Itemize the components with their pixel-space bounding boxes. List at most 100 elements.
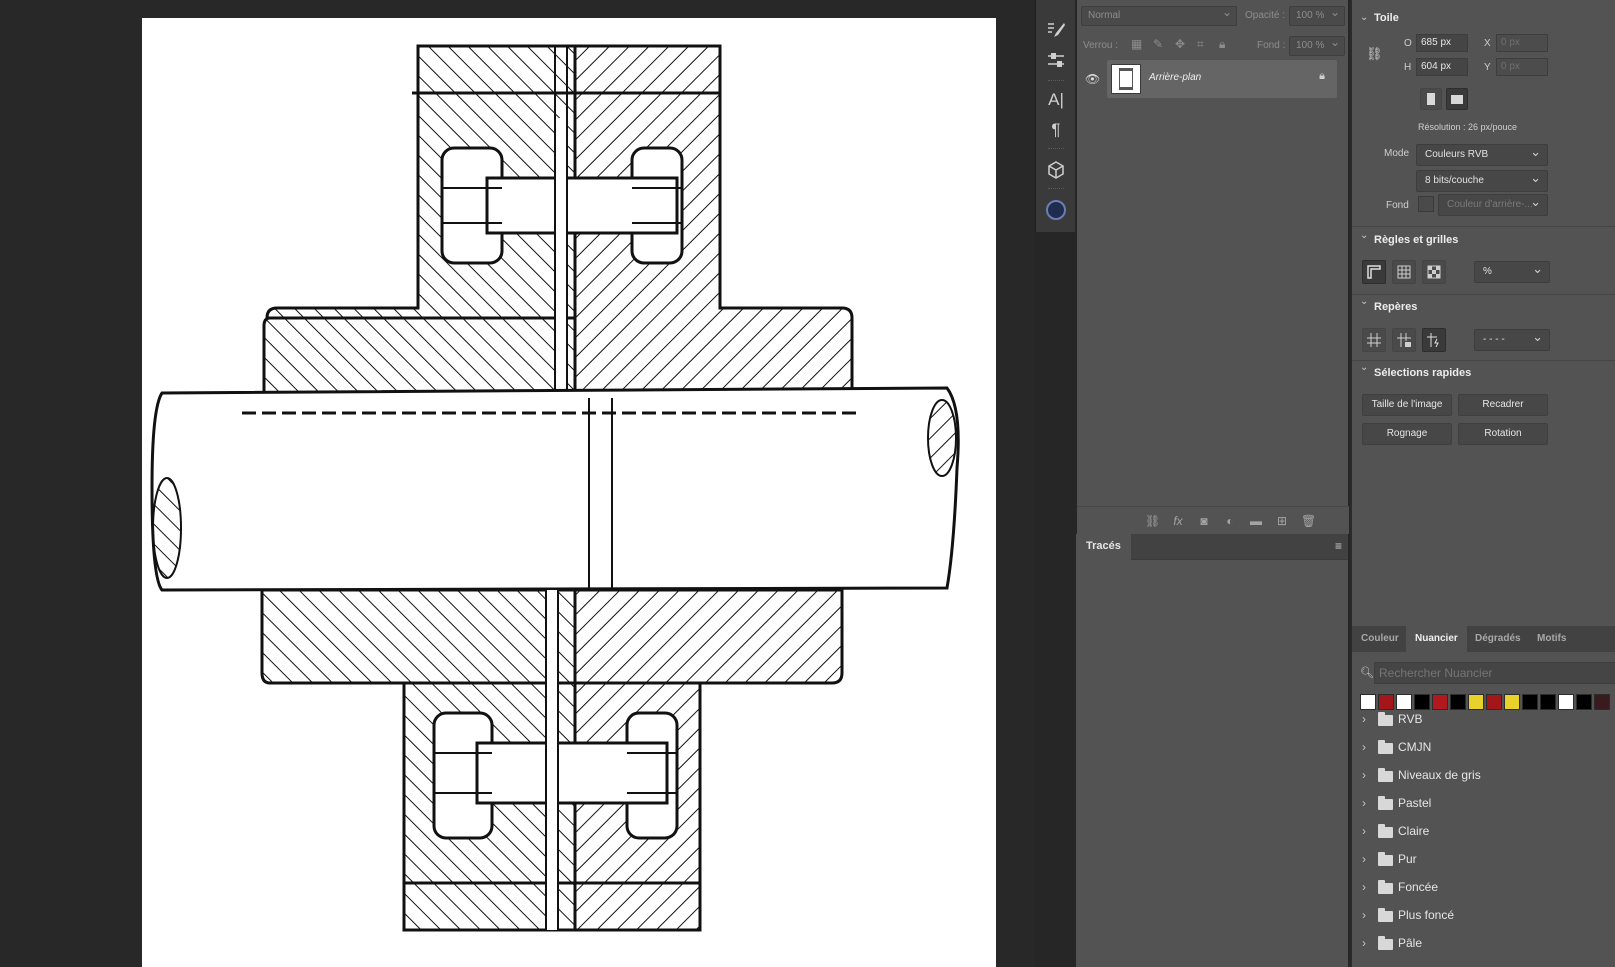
properties-panel: ⌄ Toile ⛓︎ O 685 px X 0 px H 604 px Y 0 …: [1350, 0, 1615, 626]
rotate-button[interactable]: Rotation: [1458, 423, 1548, 445]
brush-presets-icon[interactable]: [1042, 16, 1070, 44]
paths-panel-body: [1076, 560, 1348, 967]
add-mask-icon[interactable]: ◙: [1197, 514, 1211, 528]
swatch-folder[interactable]: › RVB: [1352, 706, 1615, 734]
swatch-folder[interactable]: › Foncée: [1352, 874, 1615, 902]
folder-label: Niveaux de gris: [1398, 768, 1481, 782]
chevron-right-icon: ›: [1362, 740, 1366, 754]
plugin-icon[interactable]: [1042, 196, 1070, 224]
layers-panel: Normal Opacité : 100 % Verrou : ▦ ✎ ✥ ⌗ …: [1076, 0, 1349, 534]
tab-color[interactable]: Couleur: [1352, 626, 1408, 652]
pixel-grid-icon[interactable]: [1422, 260, 1446, 284]
search-icon: 🔍︎: [1360, 667, 1374, 679]
fx-icon[interactable]: fx: [1171, 514, 1185, 528]
swatch-folder[interactable]: › Pastel: [1352, 790, 1615, 818]
coupling-drawing: [150, 44, 960, 932]
x-field[interactable]: 0 px: [1496, 34, 1548, 52]
panel-menu-icon[interactable]: ≡: [1335, 539, 1342, 553]
adjustment-layer-icon[interactable]: ◐: [1223, 514, 1237, 528]
resolution-text: Résolution : 26 px/pouce: [1418, 122, 1518, 132]
mode-label: Mode: [1384, 148, 1410, 159]
opacity-value: 100 %: [1296, 10, 1325, 21]
lock-position-icon[interactable]: ✥: [1175, 37, 1185, 51]
section-title-guides: Repères: [1374, 301, 1418, 313]
swatch-folder[interactable]: › Pâle: [1352, 930, 1615, 958]
chevron-down-icon[interactable]: ⌄: [1360, 362, 1368, 373]
background-color-swatch[interactable]: [1418, 196, 1434, 212]
fill-field[interactable]: 100 %: [1289, 35, 1345, 56]
delete-layer-icon[interactable]: 🗑︎: [1301, 514, 1316, 528]
width-field[interactable]: 685 px: [1416, 34, 1468, 52]
swatch-folder[interactable]: › Niveaux de gris: [1352, 762, 1615, 790]
link-dimensions-icon[interactable]: ⛓︎: [1366, 46, 1383, 62]
lock-artboard-icon[interactable]: ⌗: [1197, 37, 1204, 52]
chevron-right-icon: ›: [1362, 824, 1366, 838]
y-value: 0 px: [1501, 61, 1520, 72]
mode-select[interactable]: Couleurs RVB: [1416, 144, 1548, 166]
folder-icon: [1378, 936, 1393, 950]
paragraph-icon[interactable]: ¶: [1042, 116, 1070, 144]
lock-transparency-icon[interactable]: ▦: [1131, 37, 1142, 51]
swatch-folder[interactable]: › Pur: [1352, 846, 1615, 874]
character-icon[interactable]: A|: [1042, 86, 1070, 114]
y-field[interactable]: 0 px: [1496, 58, 1548, 76]
lock-label: Verrou :: [1083, 40, 1119, 51]
folder-icon: [1378, 712, 1393, 726]
folder-icon: [1378, 908, 1393, 922]
bit-depth-select[interactable]: 8 bits/couche: [1416, 170, 1548, 192]
lock-all-icon[interactable]: 🔒︎: [1219, 37, 1225, 52]
guide-style-select[interactable]: - - - -: [1474, 329, 1550, 351]
document-canvas[interactable]: [142, 18, 996, 967]
chevron-down-icon[interactable]: ⌄: [1360, 12, 1368, 23]
adjustments-icon[interactable]: [1042, 46, 1070, 74]
width-value: 685 px: [1421, 37, 1452, 48]
panel-divider: [1048, 188, 1064, 190]
lock-guides-icon[interactable]: [1392, 328, 1416, 352]
fond-select[interactable]: Couleur d'arrière-...: [1438, 194, 1548, 216]
lock-pixels-icon[interactable]: ✎: [1153, 37, 1163, 51]
swatch-search-input[interactable]: [1374, 662, 1615, 684]
3d-cube-icon[interactable]: [1042, 156, 1070, 184]
portrait-orientation-icon[interactable]: [1420, 88, 1442, 110]
chevron-down-icon[interactable]: ⌄: [1360, 296, 1368, 307]
link-layers-icon[interactable]: ⛓︎: [1145, 514, 1160, 528]
divider: [1352, 294, 1615, 295]
chevron-right-icon: ›: [1362, 768, 1366, 782]
tab-swatches[interactable]: Nuancier: [1406, 626, 1467, 652]
tab-patterns[interactable]: Motifs: [1528, 626, 1575, 652]
trim-button[interactable]: Rognage: [1362, 423, 1452, 445]
swatch-folder[interactable]: › CMJN: [1352, 734, 1615, 762]
show-guides-icon[interactable]: [1362, 328, 1386, 352]
ruler-units-select[interactable]: %: [1474, 261, 1550, 283]
image-size-button[interactable]: Taille de l'image: [1362, 394, 1452, 416]
folder-icon: [1378, 880, 1393, 894]
swatches-tab-bar: Couleur Nuancier Dégradés Motifs: [1352, 626, 1615, 652]
swatch-folder[interactable]: › Claire: [1352, 818, 1615, 846]
swatch-folder[interactable]: › Plus foncé: [1352, 902, 1615, 930]
chevron-down-icon[interactable]: ⌄: [1360, 230, 1368, 241]
layer-row-background[interactable]: Arrière-plan 🔒︎: [1107, 60, 1337, 98]
fond-value: Couleur d'arrière-...: [1447, 199, 1533, 210]
section-title-canvas: Toile: [1374, 12, 1399, 24]
paths-panel-header: Tracés ≡: [1076, 534, 1348, 560]
height-label: H: [1404, 62, 1412, 73]
blend-mode-select[interactable]: Normal: [1081, 5, 1237, 26]
tab-paths[interactable]: Tracés: [1076, 534, 1131, 560]
canvas-area[interactable]: [0, 0, 1035, 967]
height-field[interactable]: 604 px: [1416, 58, 1468, 76]
mode-value: Couleurs RVB: [1425, 149, 1489, 160]
rulers-icon[interactable]: [1362, 260, 1386, 284]
opacity-field[interactable]: 100 %: [1289, 5, 1345, 26]
folder-icon: [1378, 768, 1393, 782]
new-layer-icon[interactable]: ⊞: [1275, 514, 1289, 528]
folder-label: CMJN: [1398, 740, 1432, 754]
visibility-eye-icon[interactable]: 👁︎: [1085, 72, 1100, 86]
crop-button[interactable]: Recadrer: [1458, 394, 1548, 416]
grid-icon[interactable]: [1392, 260, 1416, 284]
section-title-quick-actions: Sélections rapides: [1374, 367, 1472, 379]
tab-gradients[interactable]: Dégradés: [1466, 626, 1530, 652]
landscape-orientation-icon[interactable]: [1446, 88, 1468, 110]
layer-lock-icon: 🔒︎: [1319, 70, 1325, 82]
smart-guides-icon[interactable]: [1422, 328, 1446, 352]
new-group-icon[interactable]: ▬: [1249, 514, 1263, 528]
